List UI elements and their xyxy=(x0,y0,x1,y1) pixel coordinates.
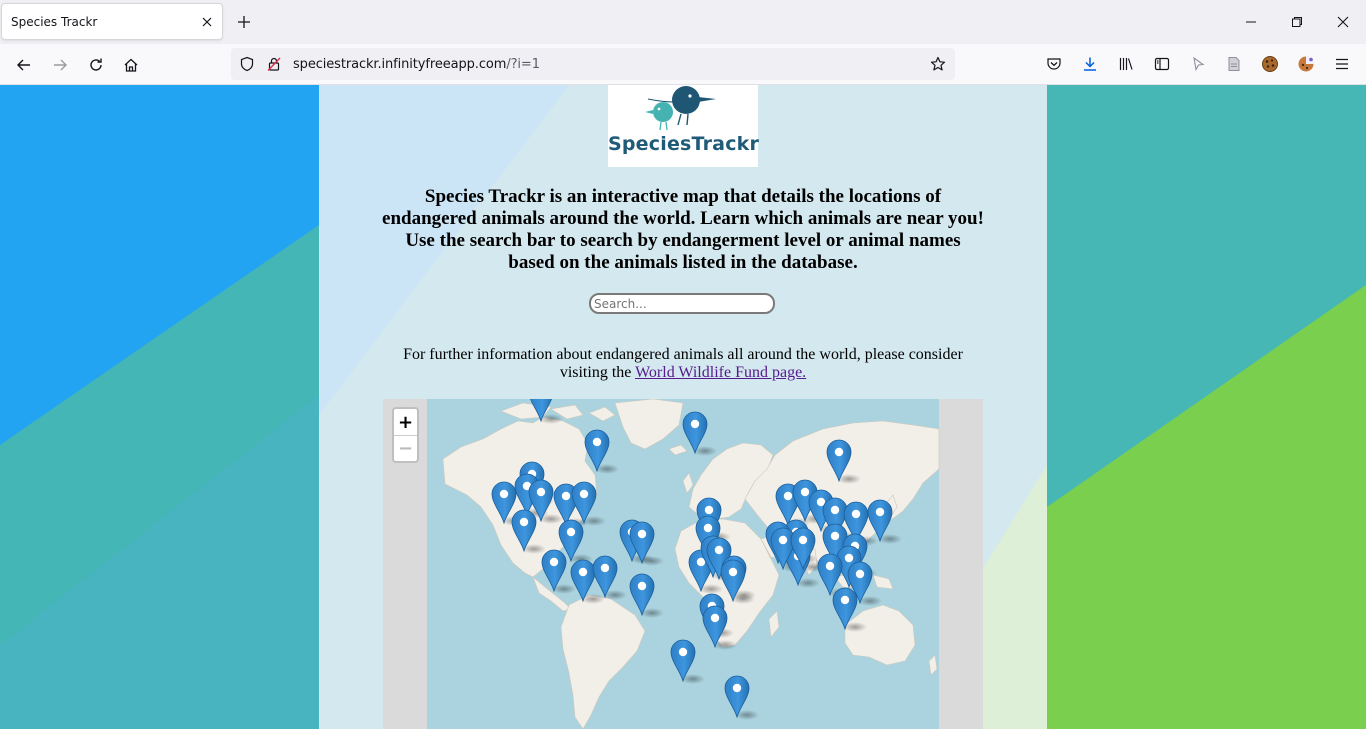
tab-close-icon[interactable] xyxy=(198,13,216,31)
map-marker-dot xyxy=(844,553,854,563)
url-text[interactable]: speciestrackr.infinityfreeapp.com/?i=1 xyxy=(293,57,540,72)
minimize-icon[interactable] xyxy=(1239,10,1263,34)
map-marker-dot xyxy=(561,491,571,501)
shield-icon[interactable] xyxy=(238,55,256,73)
map-marker-dot xyxy=(778,535,788,545)
map-marker-dot xyxy=(798,535,808,545)
map-marker-dot xyxy=(696,557,706,567)
species-trackr-logo: SpeciesTrackr xyxy=(608,85,760,167)
map-tiles[interactable] xyxy=(383,399,983,729)
map-marker-dot xyxy=(578,567,588,577)
url-bar[interactable]: speciestrackr.infinityfreeapp.com/?i=1 xyxy=(231,48,955,80)
map-marker-dot xyxy=(637,581,647,591)
map-marker-dot xyxy=(566,527,576,537)
zoom-out-button[interactable]: − xyxy=(394,435,417,461)
map-marker-dot xyxy=(728,567,738,577)
map-marker-dot xyxy=(579,489,589,499)
map-marker-dot xyxy=(714,545,724,555)
map-marker-dot xyxy=(840,595,850,605)
bookmark-star-icon[interactable] xyxy=(929,55,947,73)
logo-wordmark: SpeciesTrackr xyxy=(608,133,760,155)
zoom-control: + − xyxy=(392,407,419,463)
search-input[interactable] xyxy=(589,293,775,314)
info-paragraph: For further information about endangered… xyxy=(383,346,983,382)
map-marker-dot xyxy=(690,419,700,429)
cookie-icon[interactable] xyxy=(1259,53,1281,75)
menu-hamburger-icon[interactable] xyxy=(1331,53,1353,75)
map-marker-dot xyxy=(536,487,546,497)
map-marker-dot xyxy=(830,531,840,541)
forward-arrow-icon[interactable] xyxy=(48,53,72,77)
map-marker-dot xyxy=(637,529,647,539)
insecure-lock-icon[interactable] xyxy=(265,55,283,73)
map-marker-dot xyxy=(549,557,559,567)
home-icon[interactable] xyxy=(119,53,143,77)
downloads-icon[interactable] xyxy=(1079,53,1101,75)
reload-icon[interactable] xyxy=(84,53,108,77)
species-map[interactable]: + − xyxy=(383,399,983,729)
page-viewport: SpeciesTrackr Species Trackr is an inter… xyxy=(0,85,1366,729)
map-marker-dot xyxy=(592,437,602,447)
map-marker-dot xyxy=(678,647,688,657)
map-marker-dot xyxy=(834,447,844,457)
map-marker-dot xyxy=(851,509,861,519)
close-window-icon[interactable] xyxy=(1331,10,1355,34)
zoom-in-button[interactable]: + xyxy=(394,409,417,435)
wwf-link[interactable]: World Wildlife Fund page. xyxy=(635,364,806,381)
extension-cursor-icon[interactable] xyxy=(1187,53,1209,75)
content-column: SpeciesTrackr Species Trackr is an inter… xyxy=(319,85,1047,729)
navigation-toolbar: speciestrackr.infinityfreeapp.com/?i=1 xyxy=(0,44,1366,85)
map-marker-dot xyxy=(732,683,742,693)
tab-bar: Species Trackr xyxy=(0,0,1366,44)
map-marker-dot xyxy=(499,489,509,499)
tab-species-trackr[interactable]: Species Trackr xyxy=(1,3,223,40)
map-marker-dot xyxy=(600,563,610,573)
tab-title: Species Trackr xyxy=(11,15,98,29)
sidebar-icon[interactable] xyxy=(1151,53,1173,75)
library-icon[interactable] xyxy=(1115,53,1137,75)
url-path: /?i=1 xyxy=(506,57,540,72)
extension-page-icon[interactable] xyxy=(1223,53,1245,75)
birds-logo-icon xyxy=(645,86,716,131)
restore-icon[interactable] xyxy=(1285,10,1309,34)
map-marker-dot xyxy=(783,491,793,501)
map-marker-dot xyxy=(830,505,840,515)
url-domain: speciestrackr.infinityfreeapp.com xyxy=(293,57,507,72)
intro-heading: Species Trackr is an interactive map tha… xyxy=(382,186,984,273)
cookie-editor-icon[interactable] xyxy=(1295,53,1317,75)
map-marker-dot xyxy=(875,507,885,517)
pocket-icon[interactable] xyxy=(1043,53,1065,75)
map-marker-dot xyxy=(825,561,835,571)
map-marker-dot xyxy=(800,487,810,497)
map-marker-dot xyxy=(703,523,713,533)
map-marker-dot xyxy=(710,613,720,623)
map-marker-dot xyxy=(519,517,529,527)
new-tab-icon[interactable] xyxy=(234,12,254,32)
back-arrow-icon[interactable] xyxy=(12,53,36,77)
map-marker-dot xyxy=(704,505,714,515)
map-marker-dot xyxy=(855,569,865,579)
